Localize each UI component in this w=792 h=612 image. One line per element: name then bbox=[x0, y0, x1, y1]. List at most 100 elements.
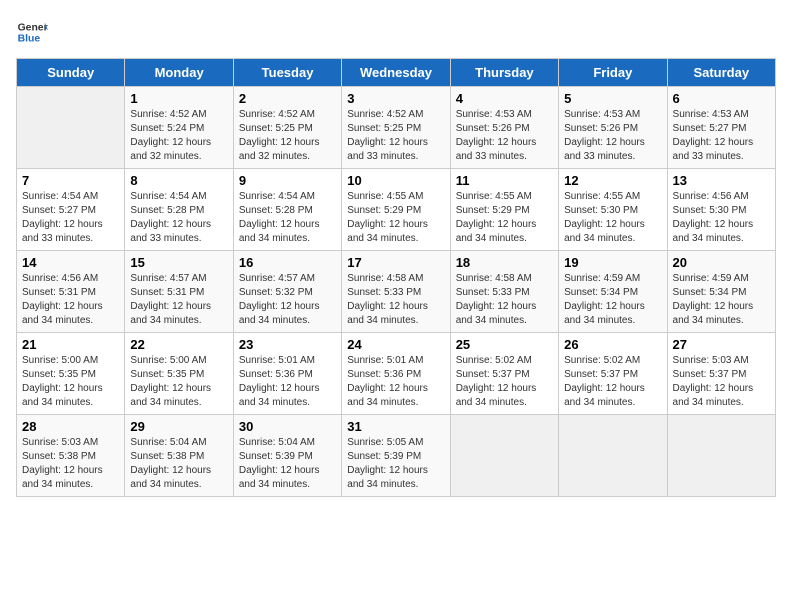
day-number: 7 bbox=[22, 173, 119, 188]
calendar-cell: 21 Sunrise: 5:00 AM Sunset: 5:35 PM Dayli… bbox=[17, 333, 125, 415]
header-day-friday: Friday bbox=[559, 59, 667, 87]
calendar-body: 1Sunrise: 4:52 AM Sunset: 5:24 PM Daylig… bbox=[17, 87, 776, 497]
day-info: Sunrise: 4:52 AM Sunset: 5:24 PM Dayligh… bbox=[130, 108, 227, 164]
header-day-monday: Monday bbox=[125, 59, 233, 87]
day-info: Sunrise: 4:55 AM Sunset: 5:29 PM Dayligh… bbox=[456, 190, 553, 246]
day-info: Sunrise: 5:02 AM Sunset: 5:37 PM Dayligh… bbox=[564, 354, 661, 410]
day-number: 31 bbox=[347, 419, 444, 434]
calendar-cell bbox=[667, 415, 775, 497]
header-row: SundayMondayTuesdayWednesdayThursdayFrid… bbox=[17, 59, 776, 87]
day-number: 23 bbox=[239, 337, 336, 352]
calendar-table: SundayMondayTuesdayWednesdayThursdayFrid… bbox=[16, 58, 776, 497]
calendar-cell: 15Sunrise: 4:57 AM Sunset: 5:31 PM Dayli… bbox=[125, 251, 233, 333]
calendar-cell: 23 Sunrise: 5:01 AM Sunset: 5:36 PM Dayli… bbox=[233, 333, 341, 415]
day-number: 26 bbox=[564, 337, 661, 352]
day-number: 5 bbox=[564, 91, 661, 106]
day-info: Sunrise: 4:59 AM Sunset: 5:34 PM Dayligh… bbox=[564, 272, 661, 328]
svg-text:Blue: Blue bbox=[18, 34, 41, 45]
day-info: Sunrise: 4:56 AM Sunset: 5:30 PM Dayligh… bbox=[673, 190, 770, 246]
calendar-cell: 6Sunrise: 4:53 AM Sunset: 5:27 PM Daylig… bbox=[667, 87, 775, 169]
day-info: Sunrise: 4:53 AM Sunset: 5:26 PM Dayligh… bbox=[564, 108, 661, 164]
calendar-cell: 13 Sunrise: 4:56 AM Sunset: 5:30 PM Dayli… bbox=[667, 169, 775, 251]
calendar-cell: 8Sunrise: 4:54 AM Sunset: 5:28 PM Daylig… bbox=[125, 169, 233, 251]
day-info: Sunrise: 4:54 AM Sunset: 5:27 PM Dayligh… bbox=[22, 190, 119, 246]
day-info: Sunrise: 4:55 AM Sunset: 5:29 PM Dayligh… bbox=[347, 190, 444, 246]
calendar-cell: 30Sunrise: 5:04 AM Sunset: 5:39 PM Dayli… bbox=[233, 415, 341, 497]
week-row-4: 21 Sunrise: 5:00 AM Sunset: 5:35 PM Dayli… bbox=[17, 333, 776, 415]
calendar-cell: 26 Sunrise: 5:02 AM Sunset: 5:37 PM Dayli… bbox=[559, 333, 667, 415]
page-header: General Blue bbox=[16, 16, 776, 48]
calendar-cell: 9Sunrise: 4:54 AM Sunset: 5:28 PM Daylig… bbox=[233, 169, 341, 251]
day-info: Sunrise: 5:01 AM Sunset: 5:36 PM Dayligh… bbox=[239, 354, 336, 410]
day-number: 4 bbox=[456, 91, 553, 106]
logo: General Blue bbox=[16, 16, 48, 48]
day-number: 27 bbox=[673, 337, 770, 352]
day-number: 9 bbox=[239, 173, 336, 188]
day-info: Sunrise: 4:58 AM Sunset: 5:33 PM Dayligh… bbox=[456, 272, 553, 328]
day-info: Sunrise: 4:53 AM Sunset: 5:27 PM Dayligh… bbox=[673, 108, 770, 164]
day-info: Sunrise: 5:02 AM Sunset: 5:37 PM Dayligh… bbox=[456, 354, 553, 410]
header-day-tuesday: Tuesday bbox=[233, 59, 341, 87]
svg-text:General: General bbox=[18, 22, 48, 33]
calendar-cell: 31Sunrise: 5:05 AM Sunset: 5:39 PM Dayli… bbox=[342, 415, 450, 497]
day-number: 20 bbox=[673, 255, 770, 270]
calendar-cell: 10Sunrise: 4:55 AM Sunset: 5:29 PM Dayli… bbox=[342, 169, 450, 251]
calendar-cell bbox=[559, 415, 667, 497]
day-info: Sunrise: 4:52 AM Sunset: 5:25 PM Dayligh… bbox=[239, 108, 336, 164]
day-number: 3 bbox=[347, 91, 444, 106]
day-number: 17 bbox=[347, 255, 444, 270]
day-info: Sunrise: 5:01 AM Sunset: 5:36 PM Dayligh… bbox=[347, 354, 444, 410]
day-number: 22 bbox=[130, 337, 227, 352]
calendar-cell bbox=[17, 87, 125, 169]
week-row-5: 28 Sunrise: 5:03 AM Sunset: 5:38 PM Dayli… bbox=[17, 415, 776, 497]
calendar-cell: 12 Sunrise: 4:55 AM Sunset: 5:30 PM Dayli… bbox=[559, 169, 667, 251]
calendar-cell: 4 Sunrise: 4:53 AM Sunset: 5:26 PM Daylig… bbox=[450, 87, 558, 169]
calendar-cell: 7 Sunrise: 4:54 AM Sunset: 5:27 PM Daylig… bbox=[17, 169, 125, 251]
calendar-cell: 11 Sunrise: 4:55 AM Sunset: 5:29 PM Dayli… bbox=[450, 169, 558, 251]
day-number: 2 bbox=[239, 91, 336, 106]
day-info: Sunrise: 5:03 AM Sunset: 5:37 PM Dayligh… bbox=[673, 354, 770, 410]
header-day-wednesday: Wednesday bbox=[342, 59, 450, 87]
calendar-cell: 5 Sunrise: 4:53 AM Sunset: 5:26 PM Daylig… bbox=[559, 87, 667, 169]
day-info: Sunrise: 4:57 AM Sunset: 5:32 PM Dayligh… bbox=[239, 272, 336, 328]
calendar-cell: 16 Sunrise: 4:57 AM Sunset: 5:32 PM Dayli… bbox=[233, 251, 341, 333]
day-number: 16 bbox=[239, 255, 336, 270]
day-number: 14 bbox=[22, 255, 119, 270]
calendar-cell: 18 Sunrise: 4:58 AM Sunset: 5:33 PM Dayli… bbox=[450, 251, 558, 333]
day-info: Sunrise: 4:57 AM Sunset: 5:31 PM Dayligh… bbox=[130, 272, 227, 328]
calendar-cell: 17Sunrise: 4:58 AM Sunset: 5:33 PM Dayli… bbox=[342, 251, 450, 333]
day-info: Sunrise: 4:53 AM Sunset: 5:26 PM Dayligh… bbox=[456, 108, 553, 164]
header-day-thursday: Thursday bbox=[450, 59, 558, 87]
week-row-1: 1Sunrise: 4:52 AM Sunset: 5:24 PM Daylig… bbox=[17, 87, 776, 169]
day-info: Sunrise: 4:55 AM Sunset: 5:30 PM Dayligh… bbox=[564, 190, 661, 246]
day-number: 18 bbox=[456, 255, 553, 270]
day-info: Sunrise: 5:03 AM Sunset: 5:38 PM Dayligh… bbox=[22, 436, 119, 492]
calendar-cell: 28 Sunrise: 5:03 AM Sunset: 5:38 PM Dayli… bbox=[17, 415, 125, 497]
day-info: Sunrise: 5:04 AM Sunset: 5:38 PM Dayligh… bbox=[130, 436, 227, 492]
calendar-header: SundayMondayTuesdayWednesdayThursdayFrid… bbox=[17, 59, 776, 87]
calendar-cell: 20 Sunrise: 4:59 AM Sunset: 5:34 PM Dayli… bbox=[667, 251, 775, 333]
day-number: 13 bbox=[673, 173, 770, 188]
calendar-cell bbox=[450, 415, 558, 497]
day-info: Sunrise: 4:59 AM Sunset: 5:34 PM Dayligh… bbox=[673, 272, 770, 328]
week-row-2: 7 Sunrise: 4:54 AM Sunset: 5:27 PM Daylig… bbox=[17, 169, 776, 251]
day-info: Sunrise: 4:56 AM Sunset: 5:31 PM Dayligh… bbox=[22, 272, 119, 328]
day-info: Sunrise: 4:54 AM Sunset: 5:28 PM Dayligh… bbox=[130, 190, 227, 246]
calendar-cell: 3Sunrise: 4:52 AM Sunset: 5:25 PM Daylig… bbox=[342, 87, 450, 169]
calendar-cell: 19 Sunrise: 4:59 AM Sunset: 5:34 PM Dayli… bbox=[559, 251, 667, 333]
day-number: 28 bbox=[22, 419, 119, 434]
week-row-3: 14 Sunrise: 4:56 AM Sunset: 5:31 PM Dayli… bbox=[17, 251, 776, 333]
day-info: Sunrise: 5:00 AM Sunset: 5:35 PM Dayligh… bbox=[130, 354, 227, 410]
day-number: 21 bbox=[22, 337, 119, 352]
logo-icon: General Blue bbox=[16, 16, 48, 48]
calendar-cell: 24Sunrise: 5:01 AM Sunset: 5:36 PM Dayli… bbox=[342, 333, 450, 415]
day-info: Sunrise: 5:00 AM Sunset: 5:35 PM Dayligh… bbox=[22, 354, 119, 410]
calendar-cell: 29 Sunrise: 5:04 AM Sunset: 5:38 PM Dayli… bbox=[125, 415, 233, 497]
day-number: 30 bbox=[239, 419, 336, 434]
day-number: 12 bbox=[564, 173, 661, 188]
header-day-saturday: Saturday bbox=[667, 59, 775, 87]
calendar-cell: 25Sunrise: 5:02 AM Sunset: 5:37 PM Dayli… bbox=[450, 333, 558, 415]
day-number: 19 bbox=[564, 255, 661, 270]
day-number: 11 bbox=[456, 173, 553, 188]
day-number: 29 bbox=[130, 419, 227, 434]
